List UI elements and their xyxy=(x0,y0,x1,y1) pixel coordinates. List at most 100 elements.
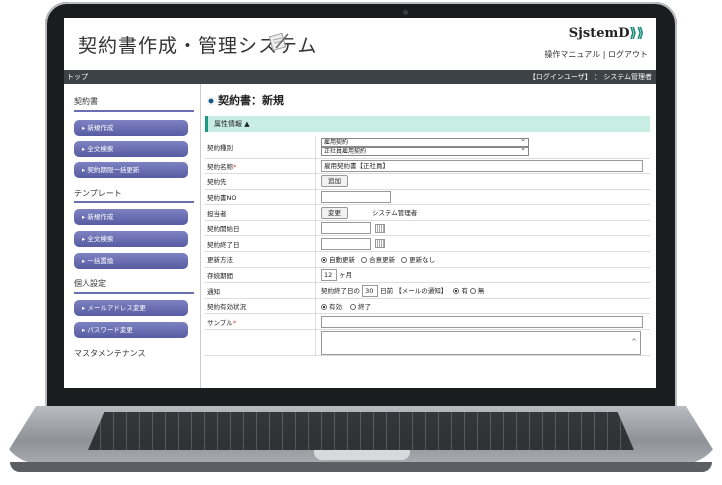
breadcrumb-top[interactable]: トップ xyxy=(67,70,88,84)
form-row: 契約開始日 xyxy=(205,220,650,237)
sample-label-cell: サンプル* xyxy=(205,313,316,331)
sidebar-item-template-search[interactable]: ▸ 全文検索 xyxy=(74,231,188,247)
sidebar-item-change-email[interactable]: ▸ メールアドレス変更 xyxy=(74,300,188,316)
validity-cell: 有効 終了 xyxy=(315,298,650,315)
sidebar-item-label: 新規作成 xyxy=(87,124,114,132)
sidebar-item-contract-new[interactable]: ▸ 新規作成 xyxy=(74,120,188,136)
form-row: サンプル* xyxy=(205,313,650,331)
contract-type-label: 契約種別 xyxy=(205,136,316,159)
laptop-trackpad xyxy=(314,450,410,460)
contract-no-cell xyxy=(315,189,650,206)
sidebar-item-label: 全文検索 xyxy=(87,145,114,153)
header-separator: | xyxy=(602,50,606,59)
renewal-auto-label: 自動更新 xyxy=(329,256,355,265)
contract-no-input[interactable] xyxy=(321,190,391,203)
screen: 契約書作成・管理システム SjstemD⟫⟫ 操作マニュアル | ログアウト ト… xyxy=(64,18,656,388)
end-date-cell xyxy=(315,235,650,253)
owner-label: 担当者 xyxy=(205,204,316,221)
validity-active-label: 有効 xyxy=(329,303,342,312)
form-row xyxy=(205,329,650,357)
calendar-icon[interactable] xyxy=(375,239,385,249)
contract-type-select[interactable]: 雇用契約 xyxy=(321,136,529,147)
sidebar-item-change-password[interactable]: ▸ パスワード変更 xyxy=(74,322,188,338)
sidebar-item-label: 契約期限一括更新 xyxy=(87,166,140,174)
period-unit: ヶ月 xyxy=(339,270,353,279)
end-date-input[interactable] xyxy=(321,237,371,250)
calendar-icon[interactable] xyxy=(375,223,385,233)
owner-value: システム管理者 xyxy=(372,208,418,217)
sidebar-item-contract-search[interactable]: ▸ 全文検索 xyxy=(74,141,188,157)
notice-days-input[interactable]: 30 xyxy=(362,284,379,297)
laptop-bottom-edge xyxy=(10,462,712,472)
change-owner-button[interactable]: 変更 xyxy=(321,206,348,219)
form-row: 契約種別 雇用契約 正社員雇用契約 xyxy=(205,136,650,159)
attribute-section-header[interactable]: 属性情報 ▲ xyxy=(205,116,650,132)
start-date-label: 契約開始日 xyxy=(205,220,316,237)
owner-cell: 変更 システム管理者 xyxy=(315,204,650,221)
renewal-agreed-radio[interactable] xyxy=(361,257,368,264)
notice-yes-radio[interactable] xyxy=(453,287,460,294)
form-row: 契約名称* 雇用契約書【正社員】 xyxy=(205,158,650,175)
contract-name-cell: 雇用契約書【正社員】 xyxy=(315,158,650,175)
notice-prefix: 契約終了日の xyxy=(321,286,360,295)
chevron-right-icon: ▸ xyxy=(82,166,86,174)
chevron-right-icon: ▸ xyxy=(82,326,86,334)
validity-label: 契約有効状況 xyxy=(205,298,316,315)
company-logo: SjstemD⟫⟫ xyxy=(569,26,644,41)
sidebar-section-template[interactable]: テンプレート xyxy=(74,188,122,199)
sidebar-item-label: 新規作成 xyxy=(87,213,114,221)
contract-subtype-select[interactable]: 正社員雇用契約 xyxy=(321,145,529,156)
form-row: 契約書NO xyxy=(205,189,650,206)
validity-active-radio[interactable] xyxy=(321,304,327,311)
contract-name-label-cell: 契約名称* xyxy=(205,158,316,175)
sample-input[interactable] xyxy=(321,315,643,328)
notice-no-radio[interactable] xyxy=(469,287,476,294)
sidebar-item-template-new[interactable]: ▸ 新規作成 xyxy=(74,209,188,225)
sample-textarea[interactable] xyxy=(321,330,641,355)
attribute-form: 契約種別 雇用契約 正社員雇用契約 契約名称* 雇用契約書【正社員】 契約先 追… xyxy=(205,136,650,357)
period-label: 存続期間 xyxy=(205,267,316,284)
sidebar-divider xyxy=(74,110,194,112)
renewal-none-label: 更新なし xyxy=(409,256,436,265)
sidebar-divider xyxy=(74,292,194,294)
logout-link[interactable]: ログアウト xyxy=(608,50,648,59)
sidebar-section-master[interactable]: マスタメンテナンス xyxy=(74,348,146,359)
contract-type-cell: 雇用契約 正社員雇用契約 xyxy=(315,136,650,159)
sample-cell xyxy=(315,313,650,331)
contract-name-input[interactable]: 雇用契約書【正社員】 xyxy=(321,159,643,172)
header-links: 操作マニュアル | ログアウト xyxy=(544,49,648,60)
form-row: 存続期間 12 ヶ月 xyxy=(205,267,650,284)
notice-suffix: 日前 【メールの通知】 xyxy=(380,286,448,295)
renewal-none-radio[interactable] xyxy=(401,257,408,264)
laptop-keyboard xyxy=(88,412,634,450)
chevron-right-icon: ▸ xyxy=(82,145,86,153)
partner-label: 契約先 xyxy=(205,173,316,190)
period-input[interactable]: 12 xyxy=(321,268,337,281)
app-header: 契約書作成・管理システム SjstemD⟫⟫ 操作マニュアル | ログアウト xyxy=(64,18,656,72)
sidebar-item-label: 全文検索 xyxy=(87,235,114,243)
required-mark: * xyxy=(232,318,237,327)
renewal-agreed-label: 合意更新 xyxy=(369,256,396,265)
start-date-input[interactable] xyxy=(321,222,371,235)
renewal-auto-radio[interactable] xyxy=(321,257,327,264)
sidebar-item-label: パスワード変更 xyxy=(87,326,133,334)
camera-icon xyxy=(403,10,408,15)
renewal-label: 更新方法 xyxy=(205,251,316,268)
form-row: 契約先 追加 xyxy=(205,173,650,190)
chevron-right-icon: ▸ xyxy=(82,124,86,132)
add-partner-button[interactable]: 追加 xyxy=(321,175,348,188)
page-title: 契約書：新規 xyxy=(207,92,284,108)
chevron-right-icon: ▸ xyxy=(82,213,86,221)
sample-label: サンプル xyxy=(207,318,233,327)
notice-no-label: 無 xyxy=(477,286,485,295)
sidebar-section-contract[interactable]: 契約書 xyxy=(74,96,98,107)
bullet-icon xyxy=(207,97,215,105)
logo-text: Sjstem xyxy=(568,26,619,41)
sidebar-divider xyxy=(74,201,194,203)
validity-ended-radio[interactable] xyxy=(350,304,357,311)
sidebar-item-contract-bulk-renew[interactable]: ▸ 契約期限一括更新 xyxy=(74,162,188,178)
form-row: 担当者 変更 システム管理者 xyxy=(205,204,650,221)
sidebar-item-template-replace[interactable]: ▸ 一括置換 xyxy=(74,253,188,269)
sidebar-section-personal[interactable]: 個人設定 xyxy=(74,278,106,289)
manual-link[interactable]: 操作マニュアル xyxy=(544,50,600,59)
